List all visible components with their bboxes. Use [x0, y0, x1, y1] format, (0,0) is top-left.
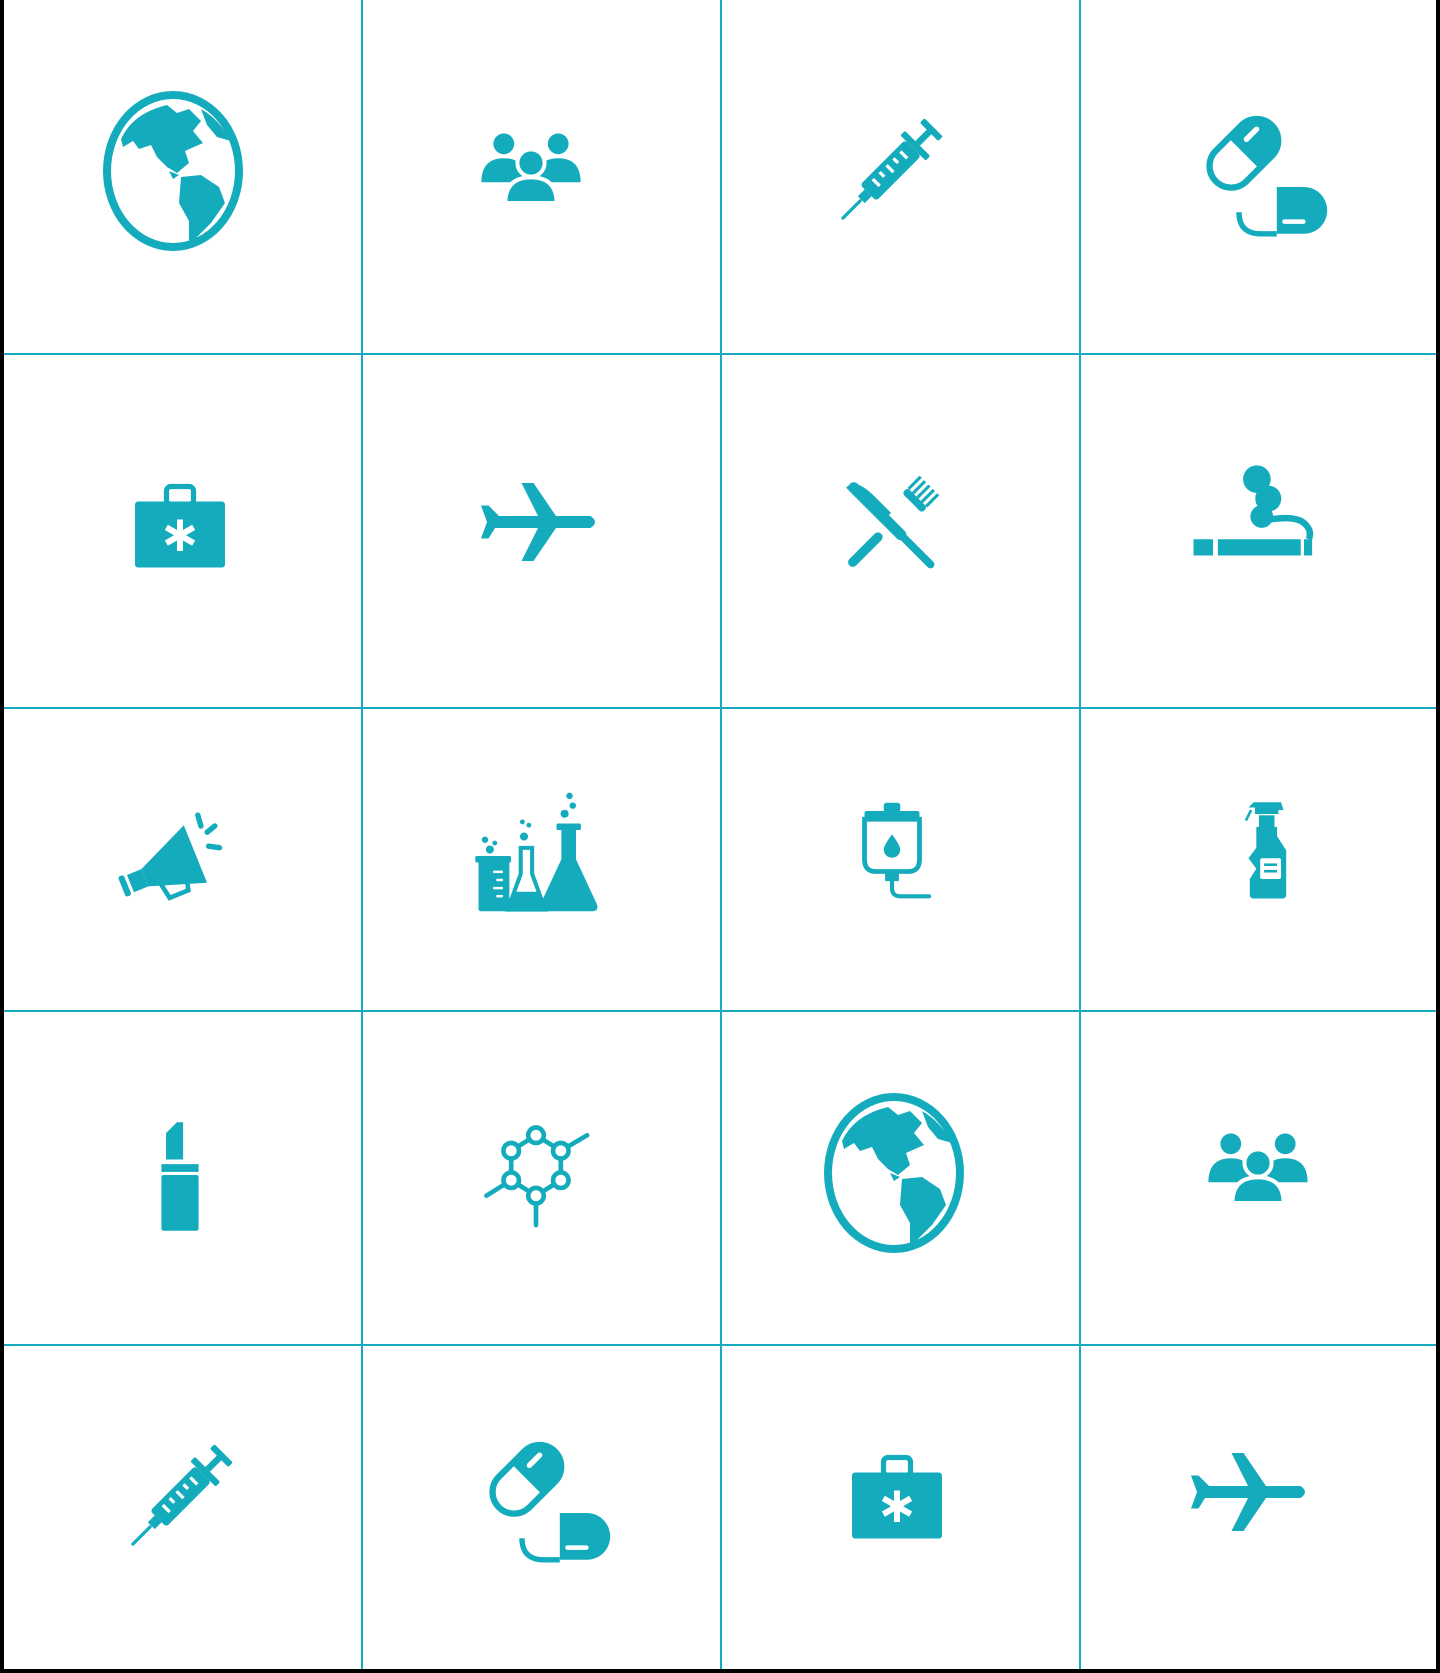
icon-grid-sheet [4, 0, 1436, 1669]
icon-cell [474, 1112, 598, 1236]
grid-line-horizontal [4, 353, 1436, 355]
people-group-icon [480, 132, 581, 205]
airplane-icon [480, 483, 595, 561]
globe-icon [823, 1093, 964, 1253]
icon-cell [1188, 1432, 1308, 1552]
icon-cell [118, 1113, 242, 1237]
grid-line-vertical [720, 0, 722, 1669]
icon-cell [467, 107, 595, 235]
syringe-icon [130, 1444, 232, 1546]
lipstick-icon [160, 1122, 199, 1231]
people-group-icon [1207, 1133, 1308, 1205]
icon-cell [115, 1432, 245, 1562]
icon-cell [1216, 801, 1320, 905]
capsules-icon [488, 1441, 610, 1562]
syringe-icon [840, 118, 942, 220]
globe-icon [102, 90, 243, 251]
fork-knife-icon [845, 475, 939, 569]
grid-line-vertical [1079, 0, 1081, 1669]
grid-line-horizontal [4, 707, 1436, 709]
spray-bottle-icon [1244, 801, 1286, 898]
icon-cell [120, 464, 240, 584]
grid-line-horizontal [4, 1010, 1436, 1012]
icon-cell [1187, 458, 1317, 588]
icon-cell [837, 800, 947, 910]
first-aid-kit-icon [851, 1454, 942, 1538]
megaphone-icon [117, 811, 222, 901]
lab-flasks-icon [474, 792, 597, 912]
icon-cell [468, 1423, 612, 1567]
molecule-icon [483, 1125, 589, 1228]
icon-cell [1194, 1107, 1322, 1235]
grid-line-vertical [361, 0, 363, 1669]
icon-cell [814, 1093, 974, 1253]
iv-drip-bag-icon [861, 802, 931, 898]
cigarette-smoking-icon [1193, 465, 1313, 556]
icon-cell [93, 90, 253, 251]
icon-cell [472, 791, 602, 921]
icon-cell [825, 106, 955, 236]
grid-line-horizontal [4, 1344, 1436, 1346]
airplane-icon [1190, 1452, 1305, 1531]
icon-cell [828, 463, 952, 587]
icon-cell [1185, 97, 1329, 241]
capsules-icon [1205, 115, 1327, 236]
icon-cell [837, 1435, 957, 1555]
icon-cell [478, 462, 598, 582]
icon-cell [111, 795, 235, 919]
first-aid-kit-icon [134, 483, 225, 568]
